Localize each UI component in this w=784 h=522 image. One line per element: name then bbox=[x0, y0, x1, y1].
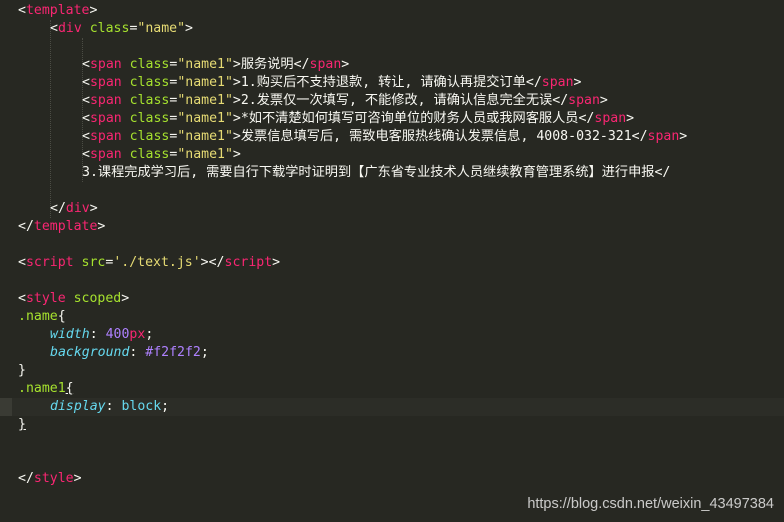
tag-name: span bbox=[594, 111, 627, 126]
code-line-span-1[interactable]: <span class="name1">服务说明</span> bbox=[82, 56, 349, 74]
code-line-width[interactable]: width: 400px; bbox=[50, 326, 153, 344]
indent-guide bbox=[50, 20, 51, 218]
css-number: 400 bbox=[105, 327, 130, 342]
code-line-template-close[interactable]: </template> bbox=[18, 218, 105, 236]
code-line-div-close[interactable]: </div> bbox=[50, 200, 98, 218]
tag-name: style bbox=[33, 471, 74, 486]
css-unit: px bbox=[129, 327, 146, 342]
code-line-script[interactable]: <script src='./text.js'></script> bbox=[18, 254, 280, 272]
code-line-span-4[interactable]: <span class="name1">*如不清楚如何填写可咨询单位的财务人员或… bbox=[82, 110, 634, 128]
attr-name: class bbox=[129, 147, 170, 162]
css-selector: .name1 bbox=[18, 381, 66, 396]
attr-name: class bbox=[89, 21, 130, 36]
attr-value: "name" bbox=[137, 21, 186, 36]
code-editor[interactable]: <template> <div class="name"> <span clas… bbox=[0, 0, 784, 522]
attr-value: "name1" bbox=[177, 147, 233, 162]
code-line-span-5[interactable]: <span class="name1">发票信息填写后, 需致电客服热线确认发票… bbox=[82, 128, 687, 146]
span-text: 2.发票仅一次填写, 不能修改, 请确认信息完全无误 bbox=[240, 93, 553, 108]
code-line-close-brace[interactable]: } bbox=[18, 416, 26, 434]
tag-name: span bbox=[89, 57, 122, 72]
css-color-value: #f2f2f2 bbox=[145, 345, 201, 360]
code-line-close-brace[interactable]: } bbox=[18, 362, 26, 380]
css-property: width bbox=[50, 327, 90, 342]
code-line-span-3[interactable]: <span class="name1">2.发票仅一次填写, 不能修改, 请确认… bbox=[82, 92, 608, 110]
tag-name: span bbox=[568, 93, 600, 108]
span-text: 1.购买后不支持退款, 转让, 请确认再提交订单 bbox=[240, 75, 526, 90]
tag-name: template bbox=[25, 3, 90, 18]
tag-name: script bbox=[224, 255, 273, 270]
tag-name: script bbox=[25, 255, 74, 270]
attr-value: "name1" bbox=[177, 93, 233, 108]
code-line-selector-name1[interactable]: .name1{ bbox=[18, 380, 74, 398]
attr-name: class bbox=[129, 111, 170, 126]
watermark-url: https://blog.csdn.net/weixin_43497384 bbox=[527, 496, 774, 512]
tag-name: span bbox=[89, 111, 122, 126]
attr-name: class bbox=[129, 129, 170, 144]
tag-name: span bbox=[89, 75, 122, 90]
attr-name: class bbox=[129, 75, 170, 90]
css-property: background bbox=[50, 345, 130, 360]
attr-name: class bbox=[129, 93, 170, 108]
css-selector: .name bbox=[18, 309, 58, 324]
attr-value: "name1" bbox=[177, 57, 233, 72]
tag-name: span bbox=[647, 129, 680, 144]
code-line-span-6-text[interactable]: 3.课程完成学习后, 需要自行下载学时证明到【广东省专业技术人员继续教育管理系统… bbox=[82, 164, 670, 182]
span-text: 3.课程完成学习后, 需要自行下载学时证明到【广东省专业技术人员继续教育管理系统… bbox=[82, 165, 671, 180]
css-property: display bbox=[50, 399, 106, 414]
code-line-selector-name[interactable]: .name{ bbox=[18, 308, 66, 326]
tag-name: span bbox=[89, 129, 122, 144]
code-line-span-6-open[interactable]: <span class="name1"> bbox=[82, 146, 241, 164]
tag-name: div bbox=[65, 201, 90, 216]
tag-name: span bbox=[89, 147, 122, 162]
tag-name: template bbox=[33, 219, 98, 234]
css-value: block bbox=[121, 399, 162, 414]
attr-value: "name1" bbox=[177, 75, 233, 90]
tag-name: style bbox=[25, 291, 66, 306]
attr-name: class bbox=[129, 57, 170, 72]
attr-value: "name1" bbox=[177, 111, 233, 126]
attr-name: scoped bbox=[73, 291, 122, 306]
span-text: 服务说明 bbox=[240, 57, 294, 72]
code-line-div-open[interactable]: <div class="name"> bbox=[50, 20, 193, 38]
tag-name: span bbox=[309, 57, 342, 72]
span-text: *如不清楚如何填写可咨询单位的财务人员或我网客服人员 bbox=[240, 111, 579, 126]
attr-name: src bbox=[81, 255, 106, 270]
tag-name: span bbox=[541, 75, 574, 90]
code-line-span-2[interactable]: <span class="name1">1.购买后不支持退款, 转让, 请确认再… bbox=[82, 74, 581, 92]
editor-gutter bbox=[0, 0, 12, 522]
current-line-marker bbox=[0, 398, 12, 416]
code-line-style-open[interactable]: <style scoped> bbox=[18, 290, 129, 308]
code-line-background[interactable]: background: #f2f2f2; bbox=[50, 344, 209, 362]
span-text: 发票信息填写后, 需致电客服热线确认发票信息, 4008-032-321 bbox=[240, 129, 632, 144]
tag-name: div bbox=[57, 21, 82, 36]
attr-value: "name1" bbox=[177, 129, 233, 144]
tag-name: span bbox=[89, 93, 122, 108]
code-line-display[interactable]: display: block; bbox=[50, 398, 169, 416]
code-line-style-close[interactable]: </style> bbox=[18, 470, 82, 488]
attr-value: './text.js' bbox=[113, 255, 201, 270]
code-line-template-open[interactable]: <template> bbox=[18, 2, 97, 20]
